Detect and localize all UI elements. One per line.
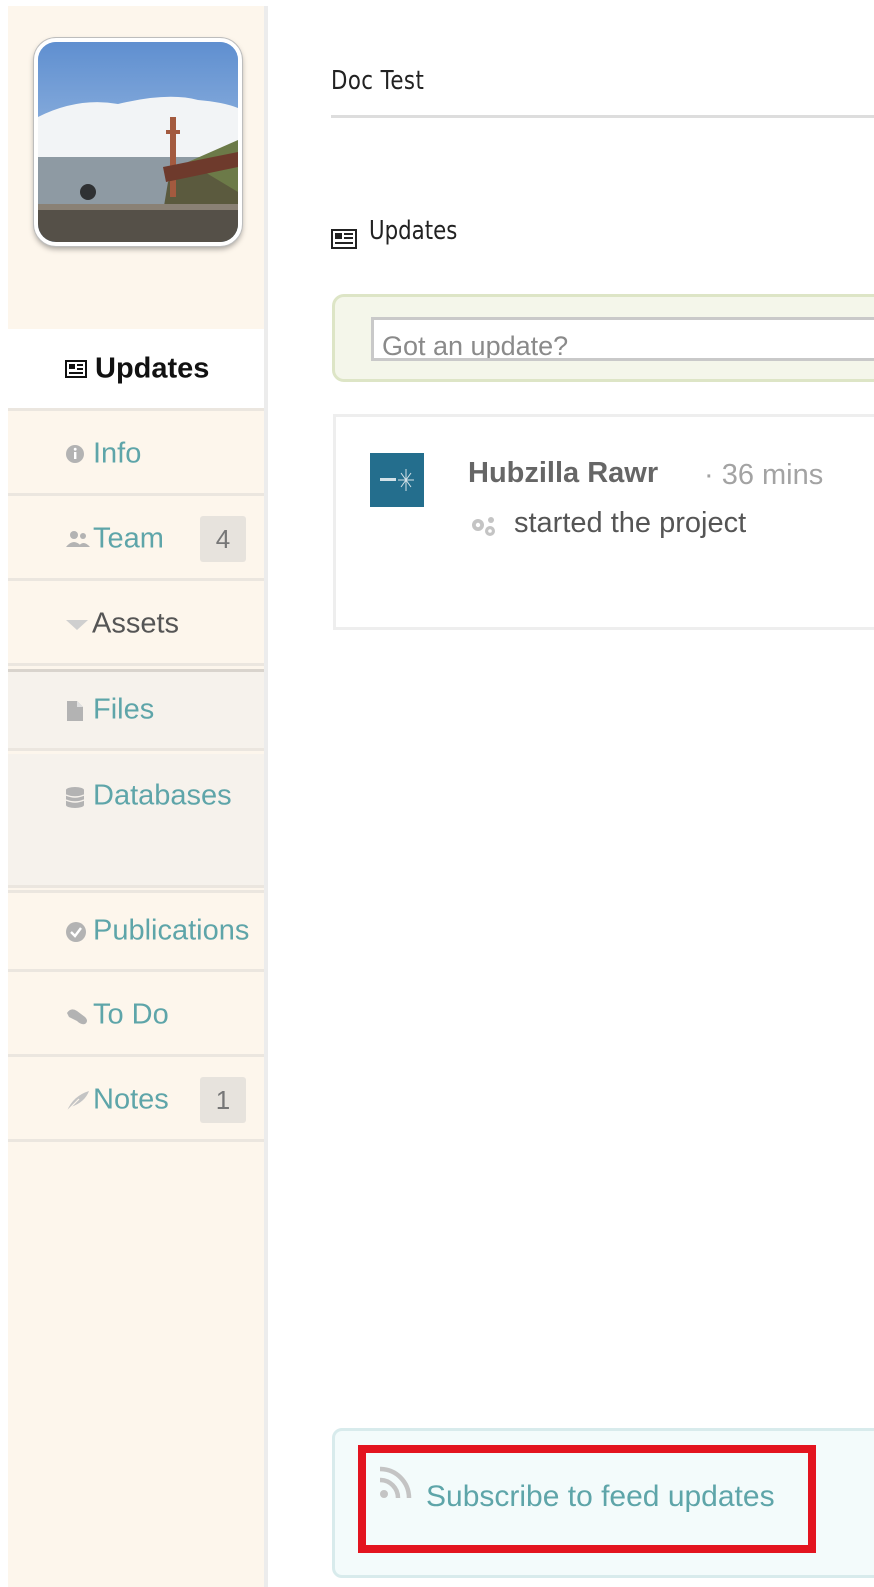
sidebar-item-notes[interactable]: Notes 1: [8, 1060, 264, 1142]
sidebar-item-label: Updates: [95, 352, 210, 384]
sidebar-item-label: Team: [93, 522, 164, 554]
sidebar-item-todo[interactable]: To Do: [8, 975, 264, 1057]
database-icon: [65, 786, 85, 808]
feed-action-text: started the project: [514, 507, 747, 539]
project-avatar: [34, 38, 242, 246]
people-icon: [65, 529, 90, 549]
feed-author-avatar[interactable]: [370, 453, 424, 507]
sidebar-item-label: To Do: [93, 998, 169, 1030]
section-title: Updates: [369, 216, 458, 246]
bridge-photo-icon: [38, 42, 238, 242]
feather-icon: [65, 1090, 89, 1111]
sidebar-item-files[interactable]: Files: [8, 669, 264, 751]
triangle-down-icon: [65, 614, 88, 634]
title-divider: [331, 115, 874, 118]
feed-item: Hubzilla Rawr · 36 mins started the proj…: [333, 414, 874, 630]
feed-author-name[interactable]: Hubzilla Rawr: [468, 457, 658, 490]
sidebar-item-assets[interactable]: Assets: [8, 584, 264, 666]
file-icon: [65, 700, 85, 721]
sidebar-item-info[interactable]: Info: [8, 414, 264, 496]
sidebar-item-label: Databases: [93, 779, 232, 812]
check-circle-icon: [65, 921, 86, 942]
sidebar-item-updates[interactable]: Updates: [8, 329, 264, 411]
sidebar-item-label: Info: [93, 437, 142, 469]
sidebar-item-label: Assets: [92, 607, 180, 639]
sidebar-item-label: Notes: [93, 1083, 169, 1115]
subscribe-feed-link[interactable]: Subscribe to feed updates: [378, 1466, 808, 1536]
sidebar-item-publications[interactable]: Publications: [8, 890, 264, 972]
rss-icon: [378, 1466, 412, 1500]
gears-icon: [469, 515, 499, 539]
sidebar-item-label: Files: [93, 693, 155, 726]
page-title: Doc Test: [331, 66, 425, 96]
update-composer: [332, 294, 874, 382]
sidebar-item-label: Publications: [93, 914, 250, 947]
notes-count-badge: 1: [200, 1076, 246, 1123]
sidebar-item-team[interactable]: Team 4: [8, 499, 264, 581]
team-count-badge: 4: [200, 515, 246, 562]
sidebar: Updates Info Team 4 Assets Files Databas…: [8, 6, 268, 1587]
update-input[interactable]: [371, 317, 874, 361]
subscribe-label: Subscribe to feed updates: [426, 1480, 775, 1513]
todo-icon: [65, 1005, 87, 1025]
newspaper-icon: [331, 228, 357, 250]
feed-timestamp[interactable]: · 36 mins: [704, 459, 823, 492]
sidebar-item-databases[interactable]: Databases: [8, 754, 264, 888]
info-icon: [65, 444, 85, 464]
newspaper-icon: [65, 359, 87, 379]
